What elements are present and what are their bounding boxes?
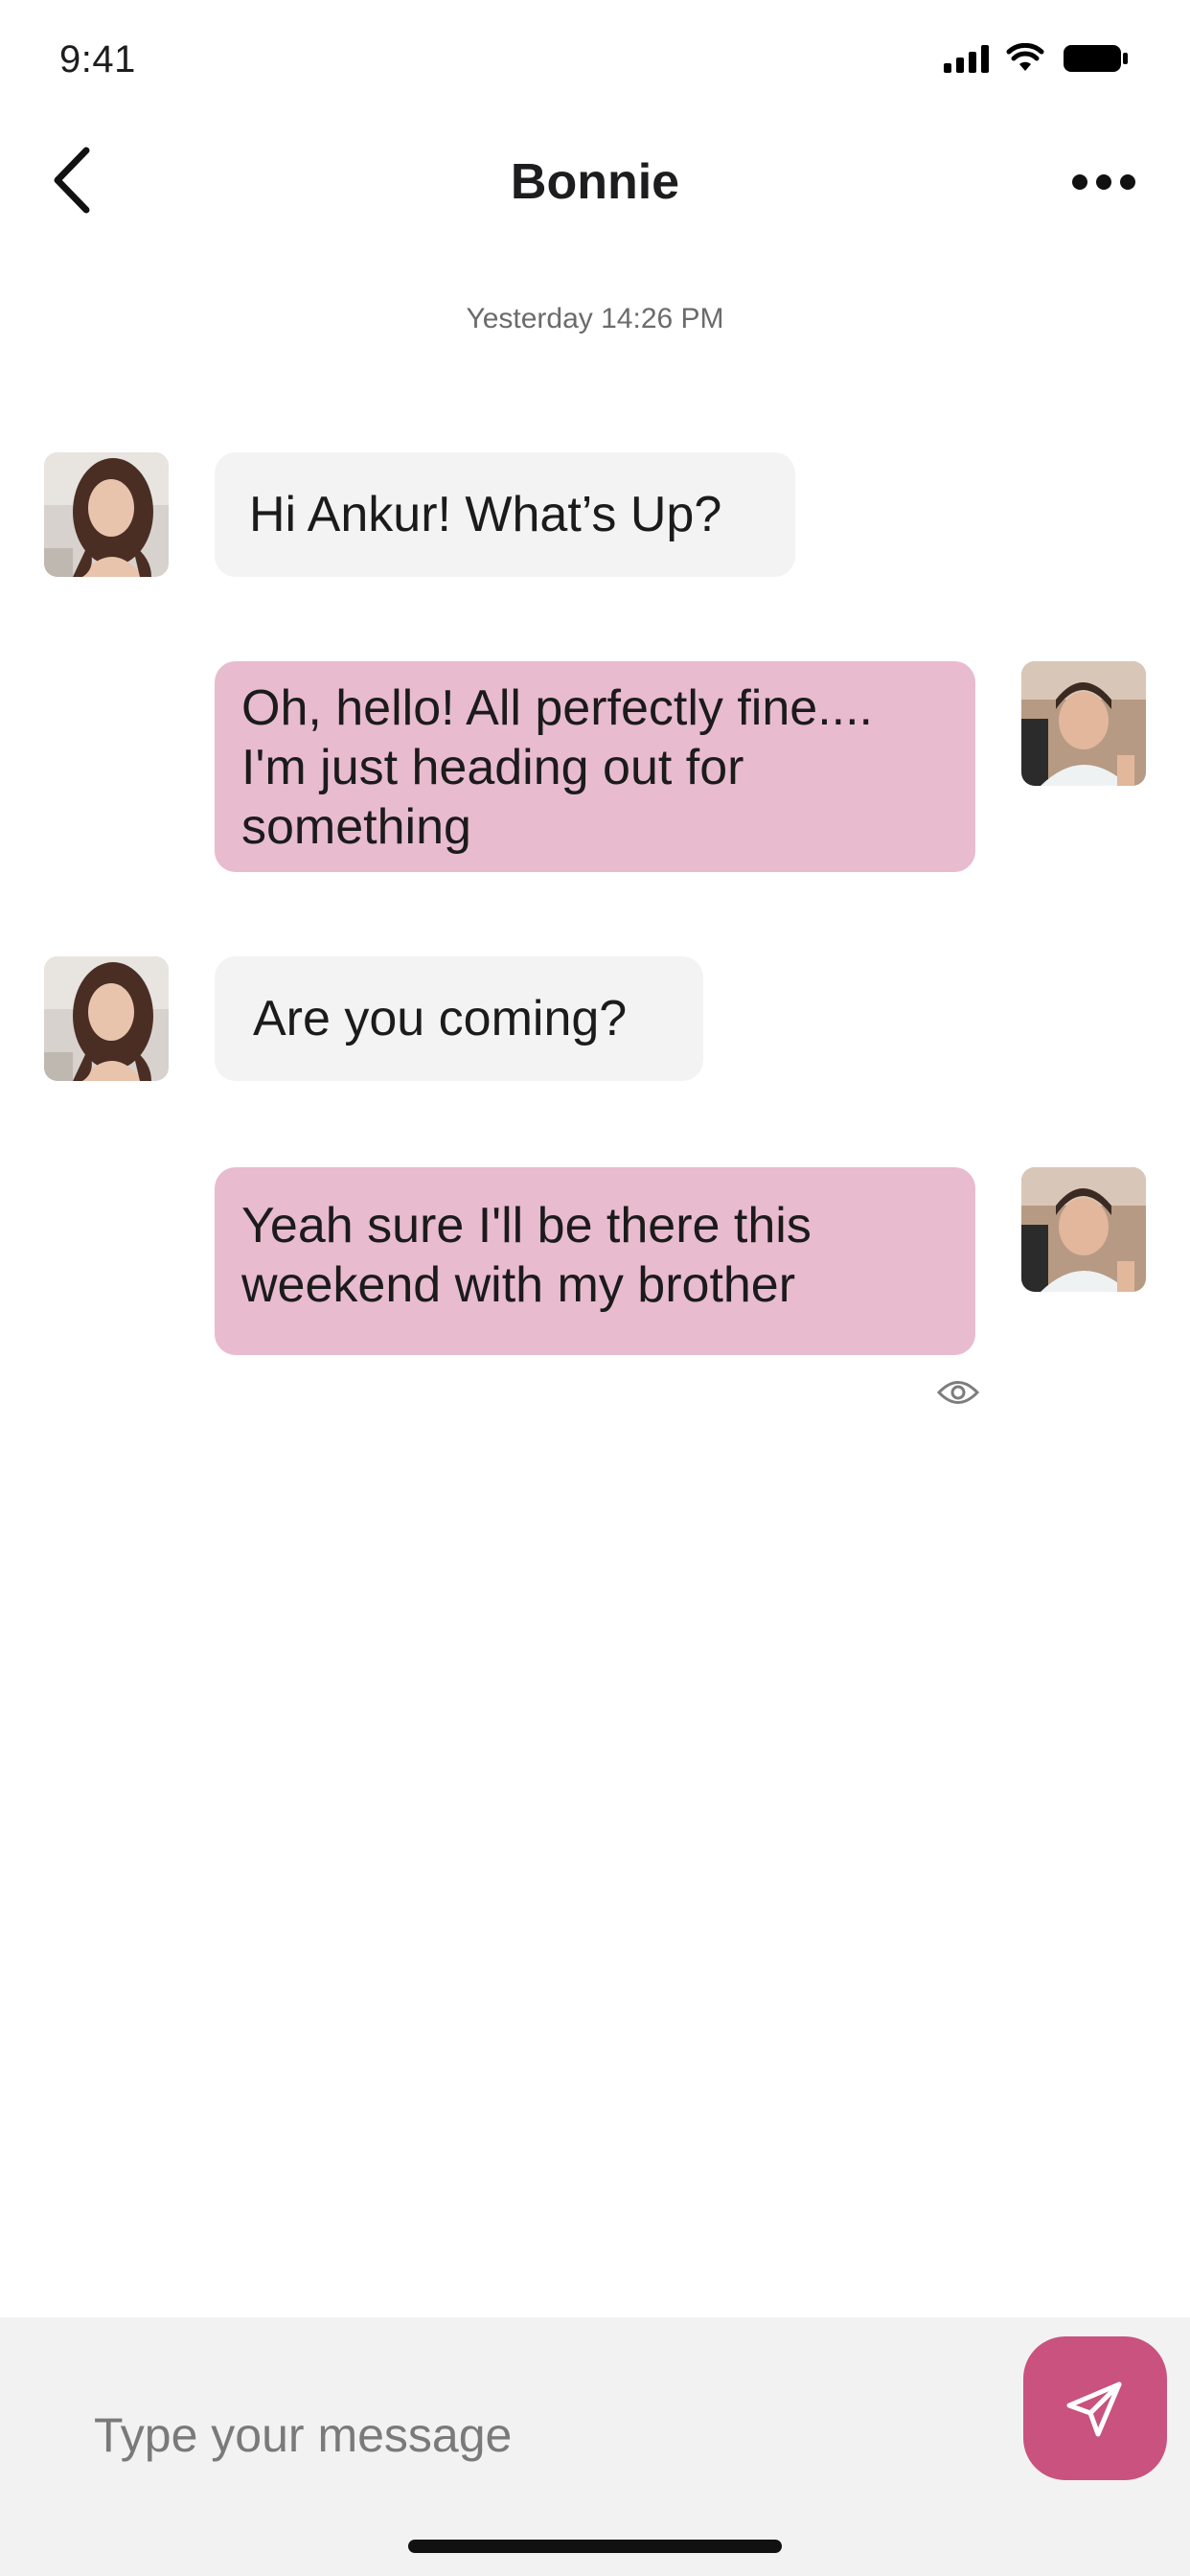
more-horizontal-icon [1072,174,1087,190]
message-text: Are you coming? [253,991,628,1046]
chat-header: Bonnie [0,125,1190,249]
cellular-signal-icon [944,44,989,73]
send-button[interactable] [1023,2336,1167,2480]
message-bubble-incoming: Hi Ankur! What’s Up? [215,452,795,577]
user-avatar [1021,1167,1146,1292]
status-icons [944,42,1131,75]
user-avatar [1021,661,1146,786]
eye-icon [937,1381,979,1404]
message-text: Hi Ankur! What’s Up? [249,487,722,542]
wifi-icon [1006,43,1044,71]
status-time: 9:41 [59,38,136,80]
contact-avatar [44,452,169,577]
contact-avatar [44,956,169,1081]
send-icon [1066,2381,1122,2437]
message-input[interactable] [92,2386,958,2484]
contact-name: Bonnie [510,154,680,210]
message-bubble-incoming: Are you coming? [215,956,703,1081]
more-options-button[interactable] [1056,153,1152,211]
home-indicator [408,2540,782,2553]
status-bar: 9:41 [0,0,1190,125]
message-text: Oh, hello! All perfectly fine.... I'm ju… [241,680,873,855]
battery-icon [1064,45,1128,72]
message-bubble-outgoing: Yeah sure I'll be there this weekend wit… [215,1167,975,1355]
message-bubble-outgoing: Oh, hello! All perfectly fine.... I'm ju… [215,661,975,872]
message-text: Yeah sure I'll be there this weekend wit… [241,1198,812,1313]
message-composer [0,2317,1190,2576]
conversation-timestamp: Yesterday 14:26 PM [466,303,724,334]
